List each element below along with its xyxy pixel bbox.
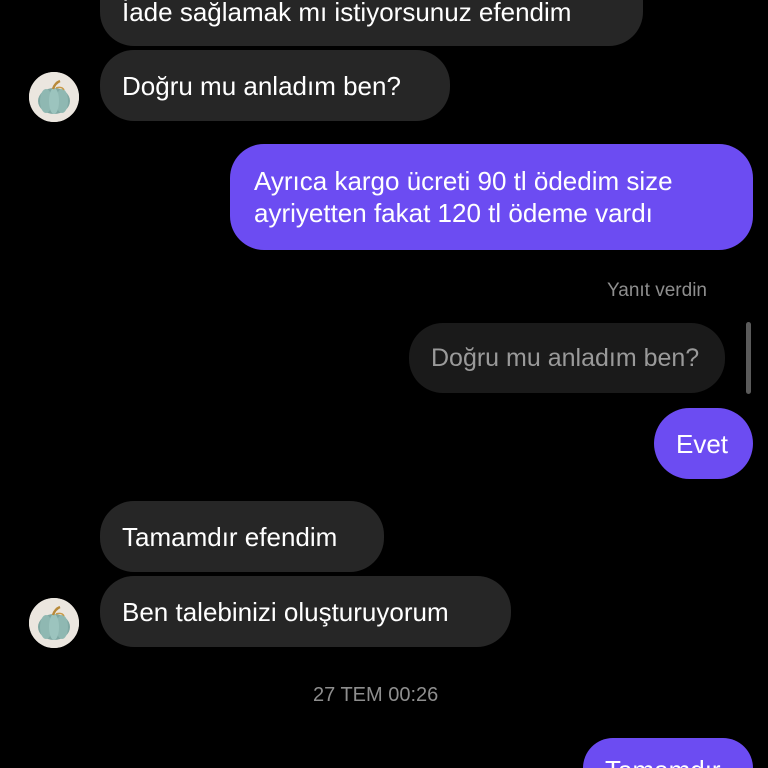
incoming-message[interactable]: Doğru mu anladım ben? bbox=[100, 50, 450, 121]
contact-avatar[interactable] bbox=[29, 598, 79, 648]
quoted-text: Doğru mu anladım ben? bbox=[431, 344, 700, 372]
incoming-message[interactable]: Ben talebinizi oluşturuyorum bbox=[100, 576, 511, 647]
message-text: İade sağlamak mı istiyorsunuz efendim bbox=[122, 0, 572, 27]
outgoing-message[interactable]: Tamamdır bbox=[583, 738, 753, 768]
incoming-message[interactable]: İade sağlamak mı istiyorsunuz efendim bbox=[100, 0, 643, 46]
message-text: Evet bbox=[676, 428, 729, 459]
message-text-line: Ayrıca kargo ücreti 90 tl ödedim size bbox=[254, 166, 673, 196]
reply-indicator-bar bbox=[746, 322, 751, 394]
message-text: Tamamdır efendim bbox=[122, 521, 338, 552]
message-text: Ben talebinizi oluşturuyorum bbox=[122, 596, 449, 627]
quoted-message[interactable]: Doğru mu anladım ben? bbox=[409, 323, 725, 393]
outgoing-message[interactable]: Ayrıca kargo ücreti 90 tl ödedim size ay… bbox=[230, 144, 753, 250]
timestamp: 27 TEM 00:26 bbox=[313, 684, 439, 706]
outgoing-message[interactable]: Evet bbox=[654, 408, 753, 479]
reply-label: Yanıt verdin bbox=[607, 280, 707, 301]
message-text: Doğru mu anladım ben? bbox=[122, 70, 401, 101]
pumpkin-avatar-icon bbox=[29, 598, 79, 648]
message-text: Tamamdır bbox=[605, 754, 721, 768]
incoming-message[interactable]: Tamamdır efendim bbox=[100, 501, 384, 572]
pumpkin-avatar-icon bbox=[29, 72, 79, 122]
contact-avatar[interactable] bbox=[29, 72, 79, 122]
message-text-line: ayriyetten fakat 120 tl ödeme vardı bbox=[254, 198, 653, 228]
